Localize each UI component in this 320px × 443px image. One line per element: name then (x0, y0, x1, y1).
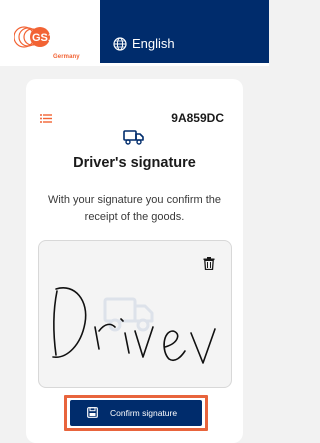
confirm-button-label: Confirm signature (110, 408, 178, 418)
order-code: 9A859DC (171, 111, 224, 125)
gs1-logo-text: GS1 (32, 32, 54, 44)
gs1-logo: GS1 (14, 26, 54, 48)
page-title: Driver's signature (73, 155, 196, 171)
save-icon (87, 407, 98, 418)
truck-icon (123, 130, 144, 145)
language-selector[interactable]: English (100, 0, 269, 63)
globe-icon (113, 37, 127, 51)
confirm-signature-button[interactable]: Confirm signature (70, 400, 202, 426)
menu-icon[interactable] (40, 114, 52, 123)
logo-subtext: Germany (53, 54, 80, 60)
description-text: With your signature you confirm the rece… (47, 194, 222, 223)
top-bar: GS1 Germany English (0, 0, 269, 66)
brand-area: GS1 Germany (0, 0, 100, 66)
trash-icon[interactable] (203, 257, 215, 270)
language-label: English (132, 36, 175, 51)
